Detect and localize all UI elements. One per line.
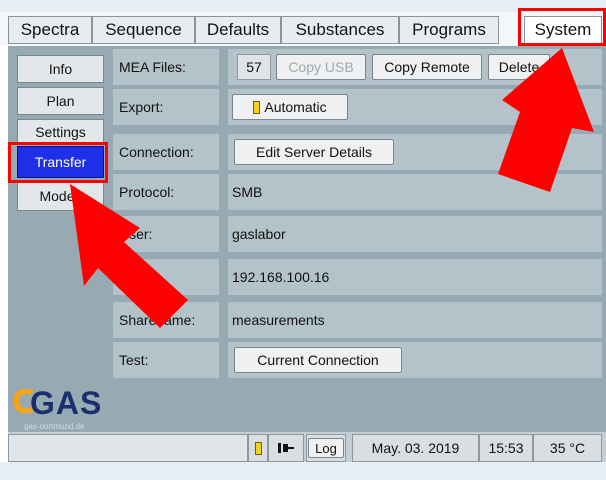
status-temperature: 35 °C (533, 434, 602, 462)
logo-text: GAS (30, 385, 103, 421)
status-message (8, 434, 248, 462)
transfer-highlight (8, 142, 108, 183)
tab-spectra[interactable]: Spectra (8, 16, 92, 44)
system-tab-highlight (518, 8, 606, 46)
status-indicator-icon (254, 441, 262, 455)
connection-status (268, 434, 304, 462)
sharename-value: measurements (228, 302, 602, 338)
export-label: Export: (113, 89, 219, 125)
sidebar-item-plan[interactable]: Plan (17, 87, 104, 115)
log-button-label: Log (308, 438, 344, 458)
status-indicator (248, 434, 268, 462)
export-automatic-label: Automatic (264, 99, 327, 115)
mea-files-count: 57 (237, 54, 271, 80)
ip-value: 192.168.100.16 (228, 259, 602, 295)
bottom-strip (0, 462, 606, 480)
user-value: gaslabor (228, 216, 602, 252)
tab-substances[interactable]: Substances (281, 16, 399, 44)
tab-sequence[interactable]: Sequence (92, 16, 195, 44)
mea-files-label: MEA Files: (113, 49, 219, 85)
status-date: May. 03. 2019 (352, 434, 479, 462)
current-connection-button[interactable]: Current Connection (234, 347, 402, 373)
copy-usb-button[interactable]: Copy USB (276, 54, 366, 80)
tab-programs[interactable]: Programs (399, 16, 499, 44)
log-button[interactable]: Log (306, 434, 346, 462)
edit-server-details-button[interactable]: Edit Server Details (234, 139, 394, 165)
plug-icon (278, 443, 294, 453)
top-strip (0, 0, 606, 12)
test-label: Test: (113, 342, 219, 378)
sidebar-item-info[interactable]: Info (17, 55, 104, 83)
export-automatic-button[interactable]: Automatic (232, 94, 348, 120)
tab-defaults[interactable]: Defaults (195, 16, 281, 44)
arrow-to-transfer-icon (70, 184, 188, 328)
arrow-to-system-icon (498, 48, 594, 192)
status-time: 15:53 (479, 434, 533, 462)
connection-label: Connection: (113, 134, 219, 170)
logo-url: gas-dortmund.de (24, 422, 85, 431)
copy-remote-button[interactable]: Copy Remote (372, 54, 482, 80)
automatic-indicator-icon (253, 100, 261, 114)
